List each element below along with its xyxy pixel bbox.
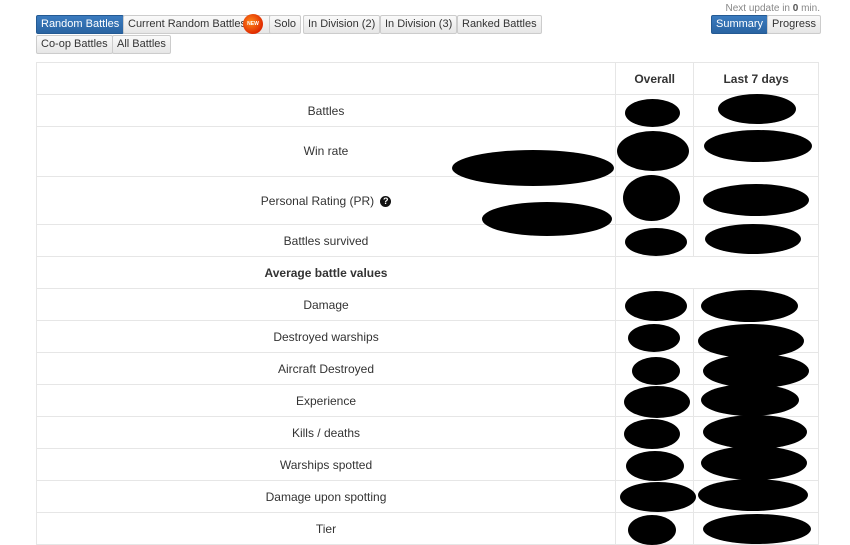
tab-solo[interactable]: Solo	[269, 15, 302, 34]
header-last-7-days: Last 7 days	[693, 62, 819, 95]
redaction-mark	[704, 130, 812, 162]
tab-random-battles[interactable]: Random Battles	[36, 15, 125, 34]
redaction-mark	[701, 290, 798, 322]
help-icon[interactable]: ?	[380, 195, 392, 207]
tab-in-division-2[interactable]: In Division (2)	[303, 15, 381, 34]
redaction-mark	[698, 324, 804, 358]
redaction-mark	[623, 175, 680, 221]
redaction-mark	[632, 357, 680, 385]
tab-progress[interactable]: Progress	[767, 15, 822, 34]
table-row: Win rate	[36, 126, 819, 177]
section-title: Average battle values	[36, 256, 616, 289]
redaction-mark	[452, 150, 614, 186]
tab-in-division-3[interactable]: In Division (3)	[380, 15, 458, 34]
tab-all-battles[interactable]: All Battles	[112, 35, 171, 54]
redaction-mark	[703, 415, 807, 449]
redaction-mark	[703, 354, 809, 388]
table-row: Battles	[36, 94, 819, 127]
header-label	[36, 62, 616, 95]
row-label: Tier	[36, 512, 616, 545]
redaction-mark	[625, 291, 687, 321]
redaction-mark	[628, 324, 680, 352]
tab-summary[interactable]: Summary	[711, 15, 769, 34]
redaction-mark	[626, 451, 684, 481]
redaction-mark	[617, 131, 689, 171]
redaction-mark	[705, 224, 801, 254]
new-badge-icon: NEW	[243, 14, 263, 34]
section-empty	[615, 256, 819, 289]
table-row: Aircraft Destroyed	[36, 352, 819, 385]
redaction-mark	[628, 515, 676, 545]
next-update-notice: Next update in 0 min.	[725, 3, 821, 14]
redaction-mark	[624, 386, 690, 418]
redaction-mark	[703, 514, 811, 544]
row-label: Damage	[36, 288, 616, 321]
row-label: Aircraft Destroyed	[36, 352, 616, 385]
redaction-mark	[624, 419, 680, 449]
redaction-mark	[620, 482, 696, 512]
header-overall: Overall	[614, 62, 695, 95]
row-label: Battles	[36, 94, 616, 127]
section-row: Average battle values	[36, 256, 819, 289]
table-row: Battles survived	[36, 224, 819, 257]
row-label: Warships spotted	[36, 448, 616, 481]
redaction-mark	[625, 228, 687, 256]
redaction-mark	[701, 446, 807, 480]
row-label: Damage upon spotting	[36, 480, 616, 513]
row-label: Experience	[36, 384, 616, 417]
row-label: Destroyed warships	[36, 320, 616, 353]
redaction-mark	[703, 184, 809, 216]
table-row: Kills / deaths	[36, 416, 819, 449]
table-header-row: Overall Last 7 days	[36, 62, 819, 95]
tab-coop-battles[interactable]: Co-op Battles	[36, 35, 113, 54]
redaction-mark	[701, 384, 799, 416]
row-label: Kills / deaths	[36, 416, 616, 449]
redaction-mark	[482, 202, 612, 236]
redaction-mark	[698, 479, 808, 511]
redaction-mark	[718, 94, 796, 124]
table-row: Personal Rating (PR)?	[36, 176, 819, 225]
redaction-mark	[625, 99, 680, 127]
tab-ranked-battles[interactable]: Ranked Battles	[457, 15, 542, 34]
table-row: Tier	[36, 512, 819, 545]
